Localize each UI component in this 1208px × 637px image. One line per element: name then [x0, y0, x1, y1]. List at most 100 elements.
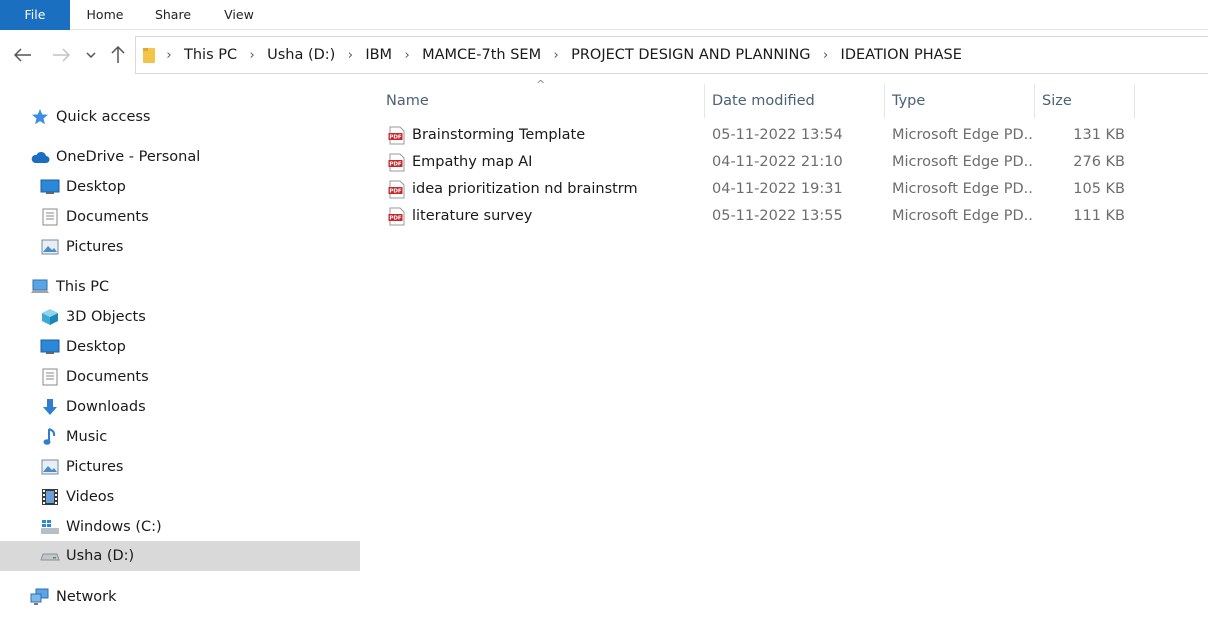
documents-icon	[40, 207, 60, 227]
column-header-size[interactable]: Size	[1042, 84, 1134, 118]
sidebar-item-label: Usha (D:)	[66, 548, 135, 564]
forward-arrow-icon	[53, 48, 70, 62]
sidebar-item-pictures-pc[interactable]: Pictures	[40, 452, 123, 482]
sidebar-item-label: Pictures	[66, 239, 124, 255]
address-bar[interactable]: › This PC › Usha (D:) › IBM › MAMCE-7th …	[135, 36, 1208, 74]
file-row[interactable]: PDF idea prioritization nd brainstrm 04-…	[386, 176, 1138, 203]
sidebar-item-3d-objects[interactable]: 3D Objects	[40, 302, 146, 332]
sidebar-item-documents-pc[interactable]: Documents	[40, 362, 149, 392]
star-icon	[30, 107, 50, 127]
sidebar-item-downloads[interactable]: Downloads	[40, 392, 146, 422]
svg-text:PDF: PDF	[389, 189, 402, 195]
sidebar-item-label: Documents	[66, 369, 149, 385]
file-date: 05-11-2022 13:54	[712, 127, 843, 143]
tab-file[interactable]: File	[0, 0, 70, 30]
file-date: 05-11-2022 13:55	[712, 208, 843, 224]
chevron-down-icon	[86, 52, 96, 58]
file-type: Microsoft Edge PD...	[892, 181, 1032, 197]
svg-text:PDF: PDF	[389, 216, 402, 222]
file-size: 276 KB	[1073, 154, 1125, 170]
file-type: Microsoft Edge PD...	[892, 154, 1032, 170]
sidebar-item-network[interactable]: Network	[30, 582, 117, 612]
pictures-icon	[40, 457, 60, 477]
sidebar-item-desktop-pc[interactable]: Desktop	[40, 332, 126, 362]
file-date: 04-11-2022 21:10	[712, 154, 843, 170]
column-header-label: Name	[386, 93, 429, 109]
tab-share[interactable]: Share	[142, 0, 204, 30]
column-header-date[interactable]: Date modified	[712, 84, 882, 118]
sidebar-item-label: Desktop	[66, 339, 126, 355]
breadcrumb-ibm[interactable]: IBM	[363, 47, 394, 63]
videos-icon	[40, 487, 60, 507]
file-row[interactable]: PDF Empathy map AI 04-11-2022 21:10 Micr…	[386, 149, 1138, 176]
column-header-label: Date modified	[712, 93, 815, 109]
music-icon	[40, 427, 60, 447]
sidebar-item-label: 3D Objects	[66, 309, 146, 325]
sidebar-item-documents[interactable]: Documents	[40, 202, 149, 232]
sidebar-item-pictures[interactable]: Pictures	[40, 232, 123, 262]
forward-button[interactable]	[48, 40, 74, 70]
breadcrumb-separator: ›	[249, 47, 255, 63]
breadcrumb-this-pc[interactable]: This PC	[182, 47, 239, 63]
sidebar-item-windows-c[interactable]: Windows (C:)	[40, 512, 162, 542]
up-button[interactable]	[105, 40, 131, 70]
sidebar-item-quick-access[interactable]: Quick access	[30, 102, 150, 132]
file-row[interactable]: PDF Brainstorming Template 05-11-2022 13…	[386, 122, 1138, 149]
file-name: literature survey	[412, 208, 533, 224]
column-header-name[interactable]: Name	[386, 84, 704, 118]
breadcrumb-separator: ›	[347, 47, 353, 63]
column-header-label: Size	[1042, 93, 1072, 109]
file-name: Empathy map AI	[412, 154, 533, 170]
computer-icon	[30, 277, 50, 297]
sidebar-item-desktop[interactable]: Desktop	[40, 172, 126, 202]
column-header-type[interactable]: Type	[892, 84, 1032, 118]
tab-view[interactable]: View	[208, 0, 270, 30]
desktop-icon	[40, 337, 60, 357]
sidebar-item-label: Music	[66, 429, 108, 445]
column-divider[interactable]	[704, 84, 705, 118]
file-date: 04-11-2022 19:31	[712, 181, 843, 197]
sidebar-item-usha-d[interactable]: Usha (D:)	[0, 541, 360, 571]
up-arrow-icon	[111, 46, 125, 63]
sidebar-item-videos[interactable]: Videos	[40, 482, 114, 512]
recent-locations-button[interactable]	[80, 40, 102, 70]
tab-home[interactable]: Home	[74, 0, 136, 30]
sidebar-item-label: Videos	[66, 489, 115, 505]
sidebar-item-label: Documents	[66, 209, 149, 225]
sidebar-item-label: Downloads	[66, 399, 146, 415]
breadcrumb-usha-d[interactable]: Usha (D:)	[265, 47, 337, 63]
breadcrumb-separator: ›	[404, 47, 410, 63]
column-divider[interactable]	[1034, 84, 1035, 118]
pdf-file-icon: PDF	[388, 153, 406, 172]
ribbon: File Home Share View	[0, 0, 1208, 30]
column-divider[interactable]	[884, 84, 885, 118]
column-divider[interactable]	[1134, 84, 1135, 118]
back-arrow-icon	[14, 48, 31, 62]
sidebar-item-label: OneDrive - Personal	[56, 149, 201, 165]
svg-text:PDF: PDF	[389, 162, 402, 168]
breadcrumb-project-design[interactable]: PROJECT DESIGN AND PLANNING	[569, 47, 812, 63]
breadcrumb-ideation-phase[interactable]: IDEATION PHASE	[839, 47, 964, 63]
pdf-file-icon: PDF	[388, 207, 406, 226]
sidebar-item-label: This PC	[56, 279, 110, 295]
breadcrumb-separator: ›	[553, 47, 559, 63]
column-header-label: Type	[892, 93, 926, 109]
file-type: Microsoft Edge PD...	[892, 208, 1032, 224]
drive-icon	[40, 546, 60, 566]
file-row[interactable]: PDF literature survey 05-11-2022 13:55 M…	[386, 203, 1138, 230]
sidebar-item-this-pc[interactable]: This PC	[30, 272, 109, 302]
breadcrumb-mamce[interactable]: MAMCE-7th SEM	[420, 47, 543, 63]
breadcrumb-separator: ›	[822, 47, 829, 63]
sidebar-item-label: Windows (C:)	[66, 519, 162, 535]
sidebar-item-onedrive[interactable]: OneDrive - Personal	[30, 142, 200, 172]
sidebar-item-label: Quick access	[56, 109, 151, 125]
file-list: ^ Name Date modified Type Size PDF Brain…	[362, 78, 1208, 637]
back-button[interactable]	[10, 40, 36, 70]
breadcrumb-separator: ›	[166, 47, 172, 63]
documents-icon	[40, 367, 60, 387]
breadcrumb: › This PC › Usha (D:) › IBM › MAMCE-7th …	[136, 37, 964, 73]
svg-text:PDF: PDF	[389, 135, 402, 141]
sidebar-item-music[interactable]: Music	[40, 422, 107, 452]
network-icon	[30, 587, 50, 607]
pdf-file-icon: PDF	[388, 180, 406, 199]
